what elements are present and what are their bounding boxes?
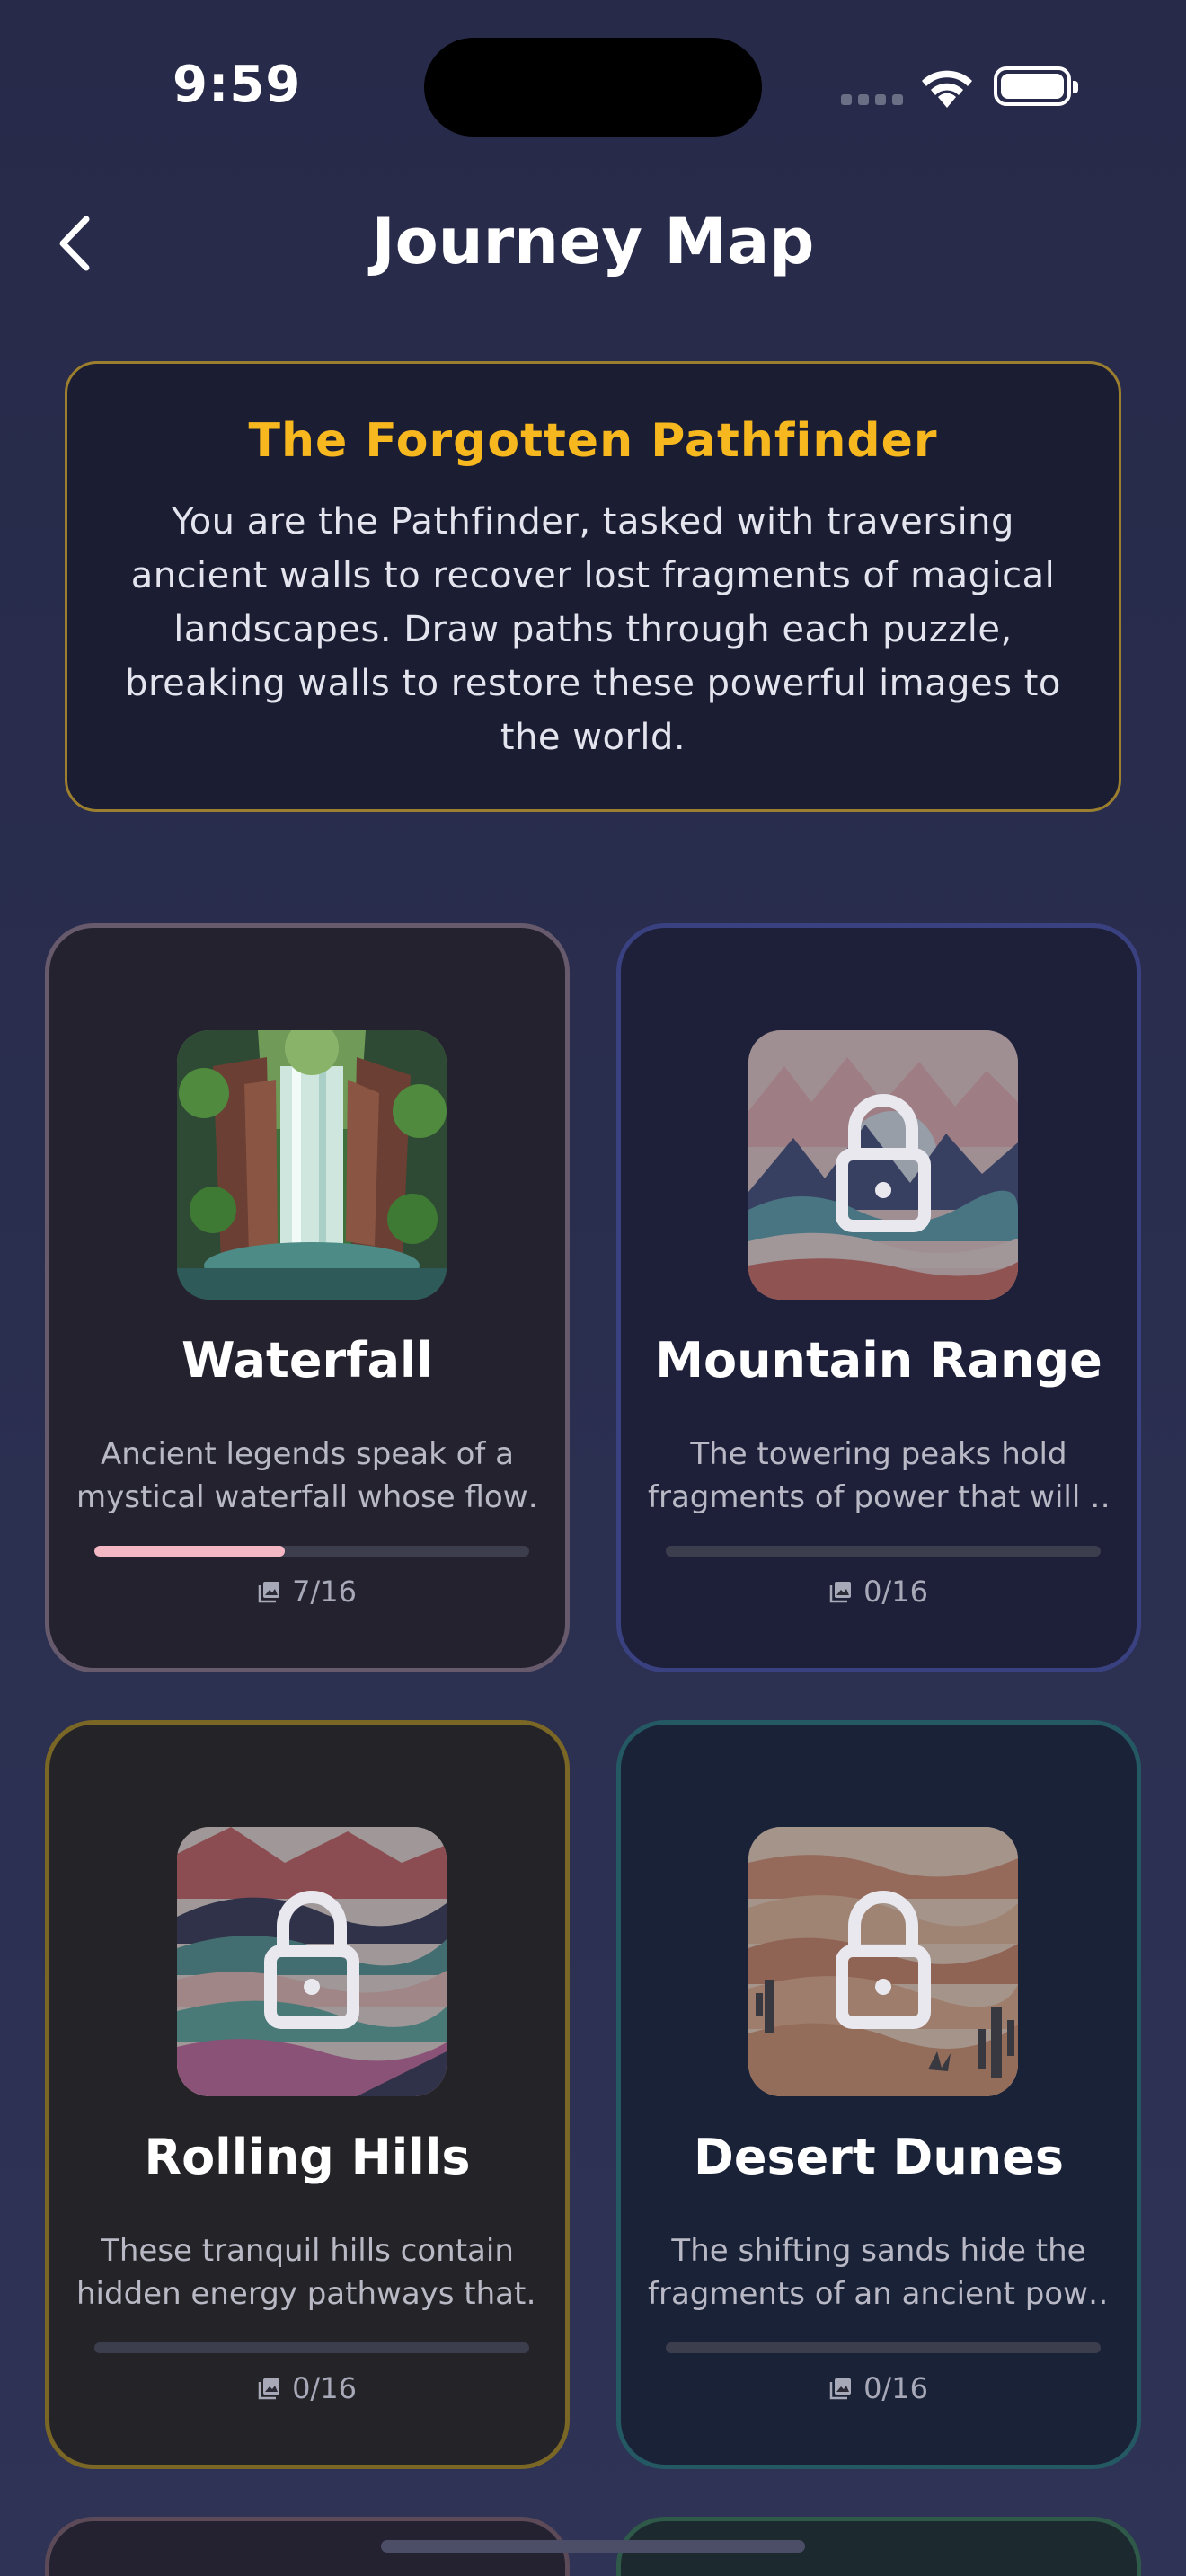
lock-icon <box>836 1094 931 1232</box>
progress-label: 0/16 <box>863 2371 928 2405</box>
status-time: 9:59 <box>173 56 302 114</box>
wifi-icon <box>922 70 972 108</box>
level-card-mountain-range[interactable]: Mountain Range The towering peaks hold f… <box>616 923 1141 1672</box>
lock-icon <box>836 1891 931 2029</box>
progress-bar <box>666 2342 1101 2353</box>
page-title: Journey Map <box>371 205 815 278</box>
description-line: fragments of an ancient pow… <box>648 2276 1110 2312</box>
image-stack-icon <box>829 1582 852 1603</box>
progress-count: 0/16 <box>621 2371 1137 2405</box>
level-card-desert-dunes[interactable]: Desert Dunes The shifting sands hide the… <box>616 1720 1141 2469</box>
image-stack-icon <box>258 2378 280 2400</box>
description-line: Ancient legends speak of a <box>100 1436 515 1472</box>
level-name: Mountain Range <box>655 1332 1102 1389</box>
level-name: Rolling Hills <box>144 2129 471 2185</box>
story-line: the world. <box>500 717 686 758</box>
description-line: hidden energy pathways that… <box>76 2276 538 2312</box>
dynamic-island <box>424 38 762 137</box>
level-description: The shifting sands hide the fragments of… <box>648 2229 1110 2316</box>
progress-bar <box>94 2342 529 2353</box>
story-title: The Forgotten Pathfinder <box>248 414 938 468</box>
progress-label: 0/16 <box>863 1575 928 1609</box>
description-line: fragments of power that will … <box>648 1479 1110 1515</box>
journey-map-screen: 9:59 Journey Map The Forgotten Pathfinde… <box>0 0 1186 2576</box>
progress-label: 7/16 <box>292 1575 357 1609</box>
story-card: The Forgotten Pathfinder You are the Pat… <box>65 361 1121 812</box>
level-name: Desert Dunes <box>694 2129 1064 2185</box>
story-line: landscapes. Draw paths through each puzz… <box>173 609 1013 650</box>
level-description: The towering peaks hold fragments of pow… <box>648 1433 1110 1519</box>
waterfall-image <box>177 1030 447 1300</box>
level-card-rolling-hills[interactable]: Rolling Hills These tranquil hills conta… <box>45 1720 570 2469</box>
rolling-hills-image <box>177 1827 447 2096</box>
description-line: mystical waterfall whose flow… <box>76 1479 538 1515</box>
level-name: Waterfall <box>181 1332 434 1389</box>
battery-icon <box>994 66 1078 106</box>
lock-icon <box>264 1891 359 2029</box>
desert-dunes-image <box>748 1827 1018 2096</box>
story-line: ancient walls to recover lost fragments … <box>130 555 1056 596</box>
progress-bar <box>94 1546 529 1557</box>
cellular-signal-icon <box>841 94 903 105</box>
story-line: You are the Pathfinder, tasked with trav… <box>172 501 1014 543</box>
story-description: You are the Pathfinder, tasked with trav… <box>121 495 1065 764</box>
description-line: These tranquil hills contain <box>101 2233 514 2269</box>
image-stack-icon <box>258 1582 280 1603</box>
progress-fill <box>94 1546 285 1557</box>
mountain-range-image <box>748 1030 1018 1300</box>
description-line: The towering peaks hold <box>690 1436 1067 1472</box>
progress-label: 0/16 <box>292 2371 357 2405</box>
progress-count: 7/16 <box>49 1575 565 1609</box>
description-line: The shifting sands hide the <box>671 2233 1086 2269</box>
level-description: Ancient legends speak of a mystical wate… <box>76 1433 538 1519</box>
home-indicator[interactable] <box>381 2540 805 2553</box>
level-description: These tranquil hills contain hidden ener… <box>76 2229 538 2316</box>
level-card-waterfall[interactable]: Waterfall Ancient legends speak of a mys… <box>45 923 570 1672</box>
image-stack-icon <box>829 2378 852 2400</box>
progress-count: 0/16 <box>621 1575 1137 1609</box>
progress-bar <box>666 1546 1101 1557</box>
progress-count: 0/16 <box>49 2371 565 2405</box>
story-line: breaking walls to restore these powerful… <box>125 663 1061 704</box>
